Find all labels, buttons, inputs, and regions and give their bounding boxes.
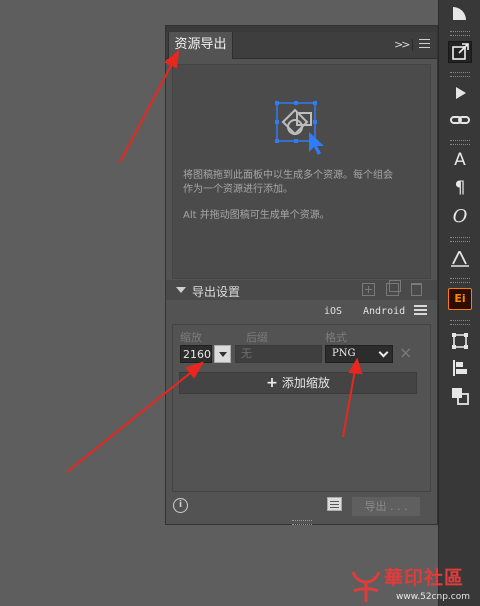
dock-grip[interactable] [450, 237, 470, 242]
character-panel-icon[interactable]: A [448, 150, 472, 172]
scale-column-label: 缩放 [180, 331, 202, 344]
add-scale-button[interactable]: + 添加缩放 [179, 372, 417, 394]
asset-drop-zone[interactable]: 将图稿拖到此面板中以生成多个资源。每个组会 作为一个资源进行添加。 Alt 并拖… [172, 64, 431, 279]
transform-panel-icon[interactable] [448, 330, 472, 352]
align-panel-icon[interactable] [448, 357, 472, 379]
platform-presets-row: iOS Android [166, 301, 437, 323]
dock-grip[interactable] [450, 278, 470, 283]
export-scales-area: 缩放 后缀 格式 2160 无 PNG × + 添加缩放 [172, 324, 431, 492]
export-button[interactable]: 导出 . . . [352, 497, 420, 516]
gradient-panel-icon[interactable] [448, 2, 472, 24]
trash-icon[interactable] [411, 283, 422, 296]
asset-export-panel: 资源导出 >> 将图稿拖到此面板中以生成多个资源。每个组会 作为一个资源进行添加… [165, 25, 438, 525]
format-column-label: 格式 [325, 331, 347, 344]
asset-export-panel-icon[interactable] [448, 41, 472, 63]
scale-dropdown-button[interactable] [214, 345, 231, 363]
scale-input[interactable]: 2160 [180, 345, 212, 363]
remove-scale-icon[interactable]: × [399, 343, 412, 362]
format-select-value: PNG [332, 348, 356, 359]
dock-grip[interactable] [450, 320, 470, 325]
drag-artwork-icon [275, 101, 324, 155]
watermark-url: www.52cnp.com [396, 592, 471, 602]
tab-divider [412, 39, 413, 51]
collapse-panel-icon[interactable]: >> [394, 38, 411, 51]
panel-tab-bar: 资源导出 >> [166, 32, 437, 59]
play-action-icon[interactable] [448, 82, 472, 104]
watermark-logo [351, 571, 381, 602]
panel-resize-grip[interactable] [292, 520, 312, 525]
info-icon[interactable]: i [173, 498, 188, 513]
ios-preset-button[interactable]: iOS [324, 306, 342, 317]
watermark-brand: 華印社區 [384, 567, 465, 589]
suffix-column-label: 后缀 [246, 331, 268, 344]
drop-hint-text-continued: 作为一个资源进行添加。 [183, 184, 293, 195]
export-settings-header[interactable]: 导出设置 [166, 280, 437, 300]
panel-menu-icon[interactable] [419, 39, 430, 50]
tab-asset-export[interactable]: 资源导出 [168, 32, 233, 59]
plus-icon: + [266, 375, 278, 391]
collapse-triangle-icon[interactable] [176, 287, 186, 293]
opentype-panel-icon[interactable]: O [448, 206, 472, 228]
links-icon[interactable] [448, 109, 472, 131]
add-asset-icon[interactable] [362, 283, 375, 296]
export-settings-dialog-icon[interactable] [327, 497, 342, 511]
list-view-icon[interactable] [414, 305, 427, 318]
right-panel-dock: A ¶ O Ei [438, 0, 480, 606]
glyph-type-icon[interactable] [448, 248, 472, 270]
pathfinder-panel-icon[interactable] [448, 385, 472, 407]
alt-drag-hint-text: Alt 并拖动图稿可生成单个资源。 [183, 210, 330, 221]
panel-footer: i 导出 . . . [166, 494, 437, 520]
chevron-down-icon [378, 347, 389, 358]
dock-grip[interactable] [450, 140, 470, 145]
illustrator-ei-icon[interactable]: Ei [448, 288, 472, 310]
format-select[interactable]: PNG [325, 345, 393, 363]
paragraph-panel-icon[interactable]: ¶ [448, 178, 472, 200]
drop-hint-text: 将图稿拖到此面板中以生成多个资源。每个组会 [183, 170, 393, 181]
dock-grip[interactable] [450, 72, 470, 77]
android-preset-button[interactable]: Android [363, 306, 405, 317]
dock-grip[interactable] [450, 31, 470, 36]
export-settings-title: 导出设置 [192, 285, 241, 299]
duplicate-icon[interactable] [386, 280, 401, 296]
add-scale-label: 添加缩放 [281, 376, 330, 390]
suffix-input[interactable]: 无 [235, 345, 322, 363]
